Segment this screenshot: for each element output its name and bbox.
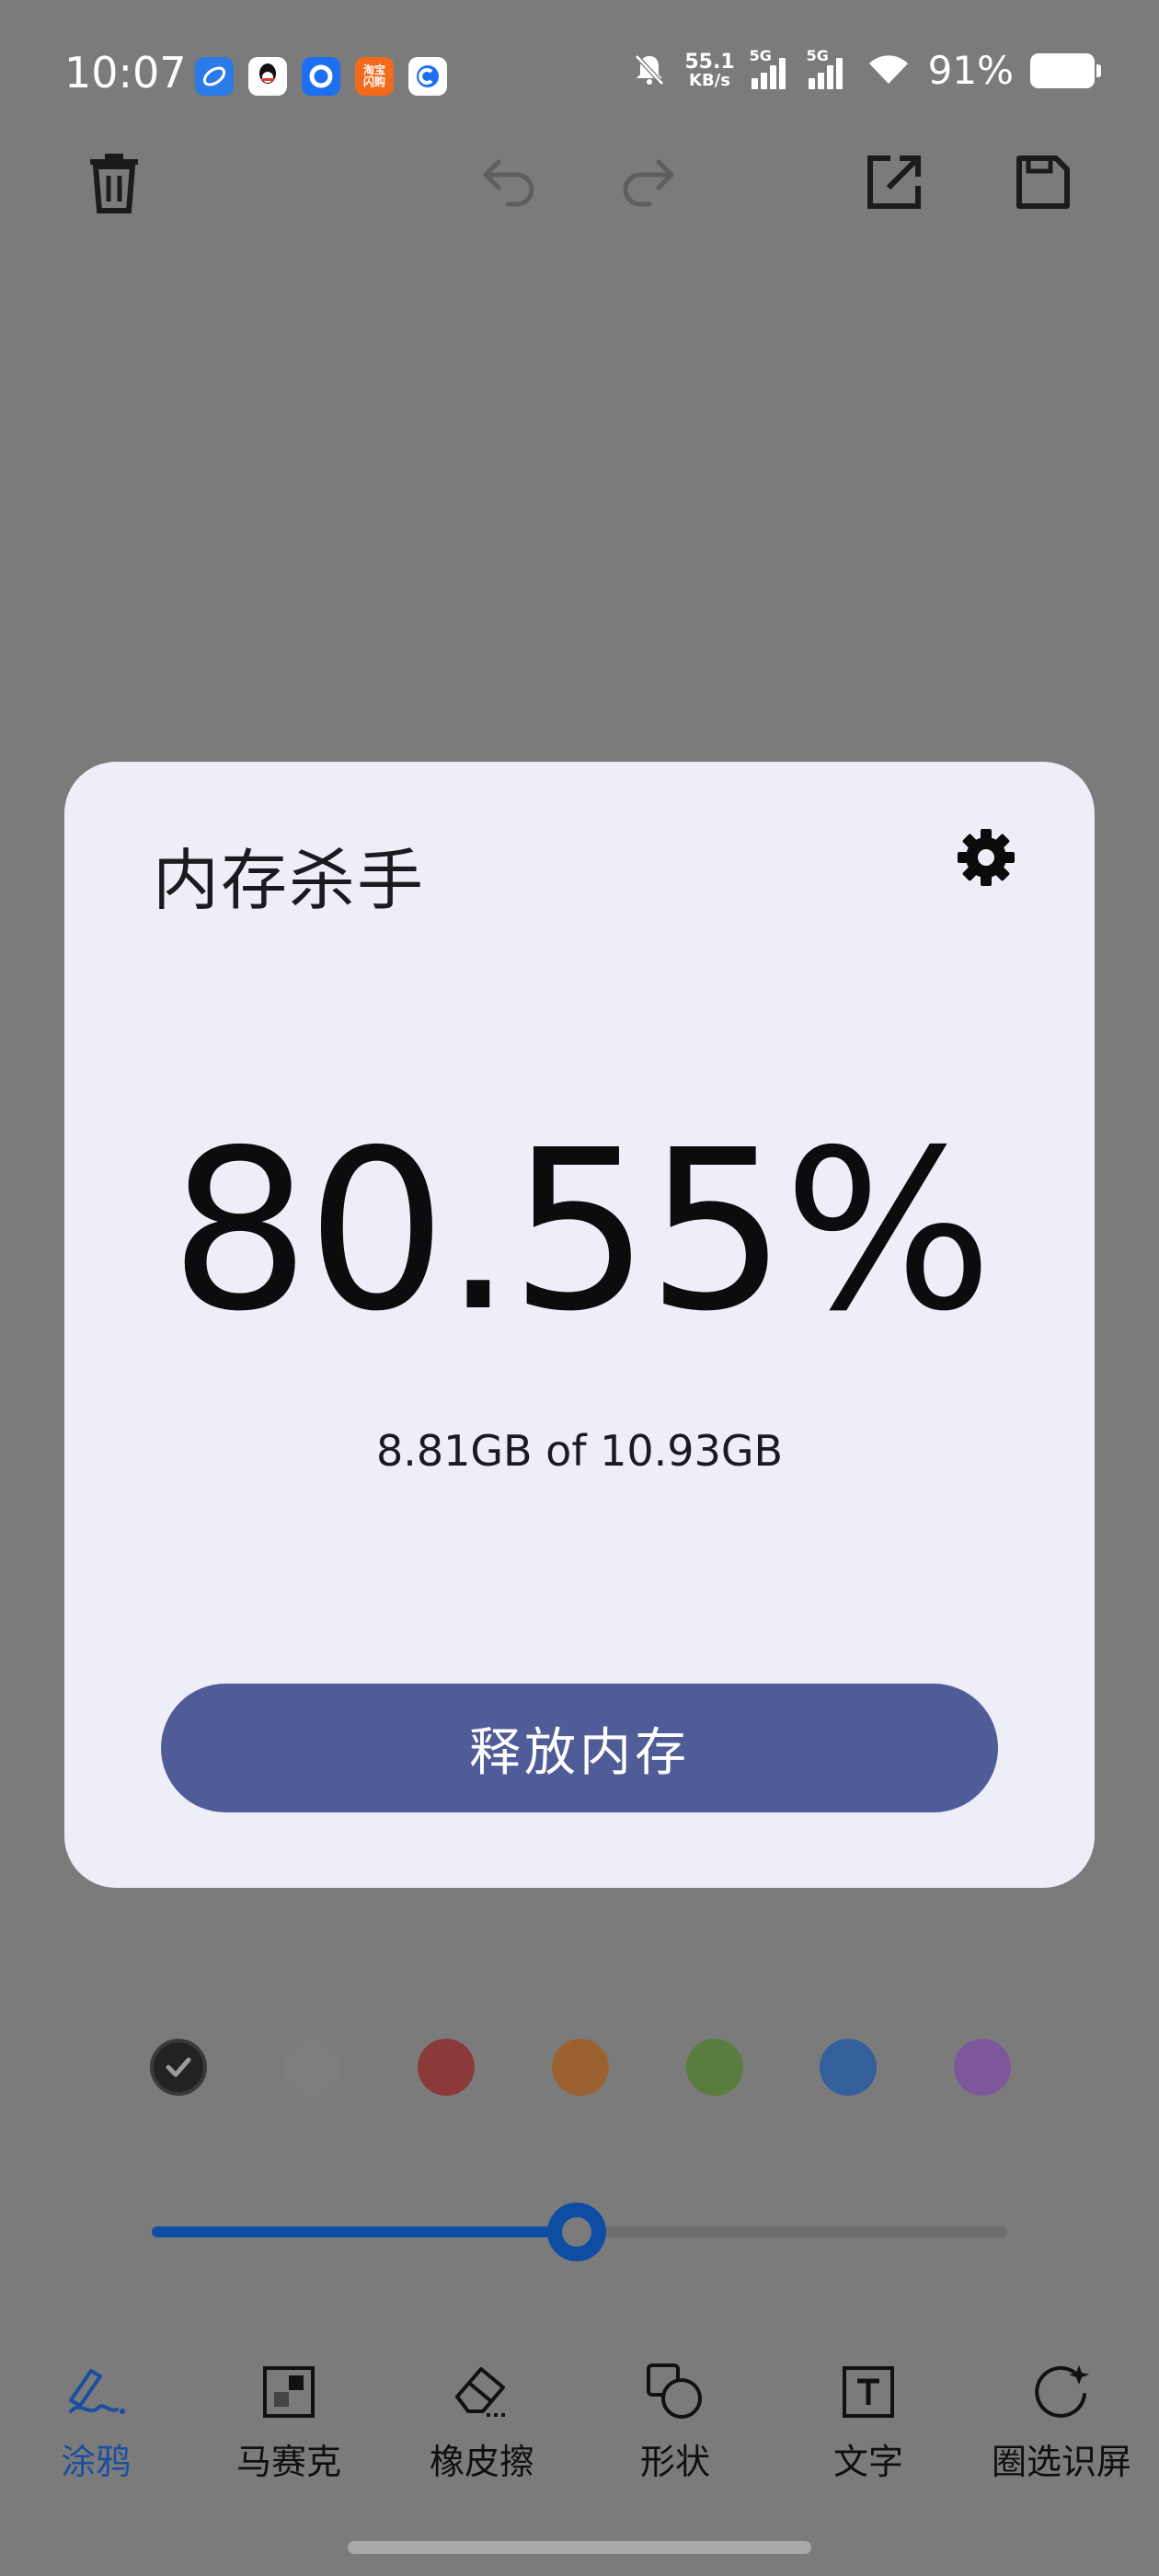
battery-percent: 91% — [927, 48, 1014, 93]
tool-label: 圈选识屏 — [991, 2442, 1131, 2482]
trash-icon — [86, 150, 142, 218]
color-palette — [0, 2039, 1159, 2098]
tool-label: 马赛克 — [235, 2442, 341, 2482]
tool-label: 橡皮擦 — [429, 2442, 534, 2482]
tool-label: 文字 — [832, 2442, 903, 2482]
slider-fill — [152, 2226, 578, 2237]
app-d-icon — [408, 57, 447, 96]
settings-button[interactable] — [949, 822, 1023, 896]
check-icon — [154, 2042, 203, 2092]
save-icon — [1016, 155, 1071, 213]
browser-app-icon — [195, 57, 234, 96]
shape-icon — [645, 2355, 706, 2428]
tool-shape[interactable]: 形状 — [583, 2355, 767, 2484]
color-swatch-purple[interactable] — [954, 2039, 1011, 2096]
undo-button[interactable] — [473, 147, 546, 221]
app-c-icon — [302, 57, 340, 96]
home-indicator[interactable] — [348, 2541, 811, 2554]
status-time: 10:07 — [64, 48, 187, 98]
delete-button[interactable] — [77, 147, 151, 221]
network-speed-unit: KB/s — [689, 70, 730, 90]
wifi-icon — [866, 51, 912, 91]
tool-circle-search[interactable]: 圈选识屏 — [970, 2355, 1153, 2484]
color-swatch-green[interactable] — [686, 2039, 743, 2096]
top-toolbar — [0, 147, 1159, 230]
mute-bell-icon — [631, 51, 668, 91]
battery-icon — [1030, 52, 1101, 88]
redo-button[interactable] — [611, 147, 684, 221]
status-bar: 10:07 淘宝 闪购 55.1 KB/s 5G 5G 91% — [0, 0, 1159, 156]
save-button[interactable] — [1006, 147, 1080, 221]
tool-eraser[interactable]: 橡皮擦 — [390, 2355, 574, 2484]
network-speed-value: 55.1 — [684, 50, 735, 74]
color-swatch-white[interactable] — [283, 2039, 340, 2096]
undo-icon — [480, 155, 539, 213]
brush-size-slider[interactable] — [152, 2202, 1007, 2261]
gear-icon — [956, 827, 1016, 891]
tool-label: 涂鸦 — [60, 2442, 131, 2482]
notification-app-icons: 淘宝 闪购 — [195, 57, 447, 96]
slider-thumb[interactable] — [547, 2202, 607, 2261]
tool-text[interactable]: 文字 — [776, 2355, 960, 2484]
signal-strength-icon: 5G — [750, 47, 792, 89]
tool-doodle[interactable]: 涂鸦 — [4, 2355, 188, 2484]
signal-type-label: 5G — [749, 46, 772, 64]
network-speed: 55.1 KB/s — [684, 52, 734, 89]
text-icon — [841, 2355, 896, 2428]
dialog-title: 内存杀手 — [153, 842, 426, 919]
color-swatch-orange[interactable] — [552, 2039, 609, 2096]
memory-usage-percent: 80.55% — [169, 1102, 993, 1360]
signal-strength-icon-2: 5G — [807, 47, 849, 89]
taobao-flash-app-icon: 淘宝 闪购 — [355, 57, 394, 96]
color-swatch-blue[interactable] — [820, 2039, 877, 2096]
tool-label: 形状 — [639, 2442, 710, 2482]
mosaic-icon — [261, 2355, 316, 2428]
status-indicators: 55.1 KB/s 5G 5G 91% — [631, 47, 1101, 93]
release-memory-button[interactable]: 释放内存 — [161, 1684, 998, 1812]
pen-icon — [63, 2355, 128, 2428]
open-external-icon — [865, 153, 924, 215]
color-swatch-red[interactable] — [418, 2039, 475, 2096]
signal-type-label-2: 5G — [806, 46, 829, 64]
redo-icon — [618, 155, 677, 213]
share-button[interactable] — [857, 147, 931, 221]
memory-killer-dialog: 内存杀手 80.55% 8.81GB of 10.93GB 释放内存 — [64, 762, 1095, 1888]
drawing-tools-bar: 涂鸦 马赛克 橡皮擦 形状 文字 圈选识屏 — [0, 2355, 1159, 2484]
qq-app-icon — [248, 57, 287, 96]
circle-search-icon — [1031, 2355, 1092, 2428]
memory-usage-detail: 8.81GB of 10.93GB — [375, 1426, 784, 1476]
tool-mosaic[interactable]: 马赛克 — [197, 2355, 381, 2484]
color-swatch-black[interactable] — [150, 2039, 207, 2096]
eraser-icon — [450, 2355, 514, 2428]
